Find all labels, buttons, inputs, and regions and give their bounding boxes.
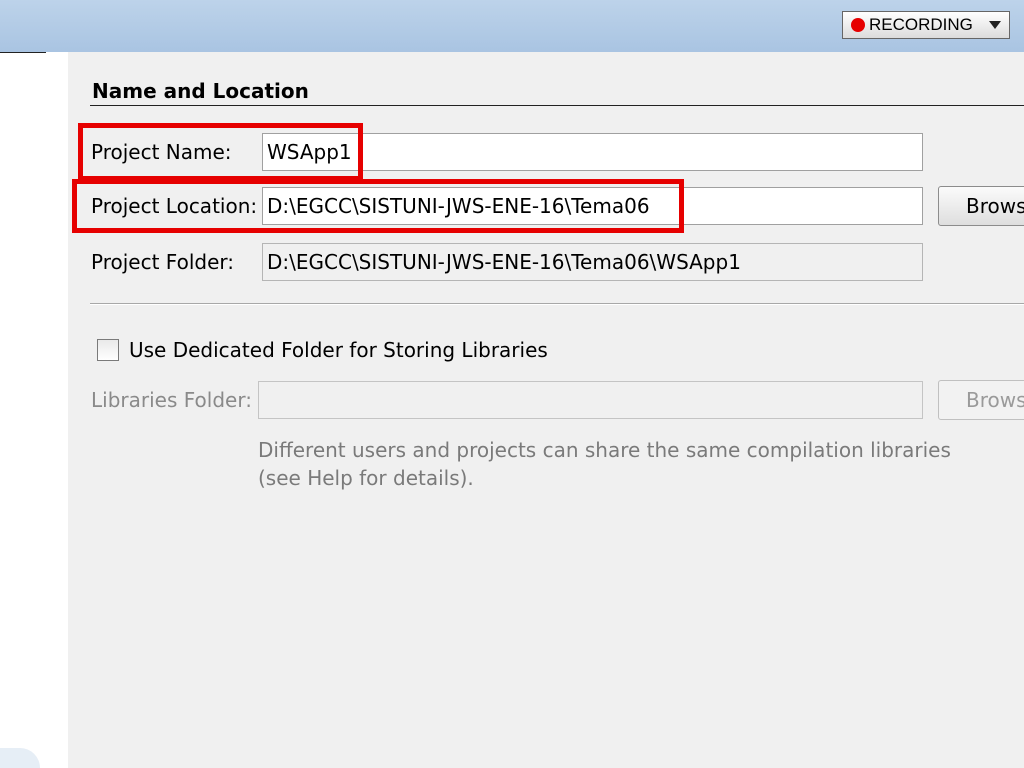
steps-pane [0, 52, 68, 768]
dedicated-folder-label[interactable]: Use Dedicated Folder for Storing Librari… [129, 338, 548, 362]
steps-pane-divider [0, 52, 46, 53]
separator-highlight [90, 304, 1024, 305]
project-folder-field: D:\EGCC\SISTUNI-JWS-ENE-16\Tema06\WSApp1 [262, 243, 923, 281]
record-dot-icon [851, 18, 865, 32]
libraries-hint: Different users and projects can share t… [258, 436, 958, 492]
section-divider [90, 105, 1024, 106]
project-location-label: Project Location: [91, 194, 258, 218]
project-folder-label: Project Folder: [91, 250, 234, 274]
top-toolbar: RECORDING [0, 0, 1024, 52]
project-name-input[interactable]: WSApp1 [262, 133, 923, 171]
libraries-hint-line1: Different users and projects can share t… [258, 438, 951, 462]
libraries-folder-label: Libraries Folder: [91, 388, 252, 412]
dedicated-folder-checkbox[interactable] [97, 339, 119, 361]
libraries-browse-button[interactable]: Browse... [938, 380, 1024, 420]
recording-label: RECORDING [869, 15, 973, 34]
project-location-browse-button[interactable]: Browse... [938, 186, 1024, 226]
recording-button[interactable]: RECORDING [842, 11, 1010, 39]
project-name-label: Project Name: [91, 140, 232, 164]
libraries-folder-input[interactable] [258, 381, 923, 419]
libraries-hint-line2: (see Help for details). [258, 466, 474, 490]
chevron-down-icon [989, 21, 1001, 29]
section-title: Name and Location [92, 79, 309, 103]
project-location-input[interactable]: D:\EGCC\SISTUNI-JWS-ENE-16\Tema06 [262, 187, 923, 225]
